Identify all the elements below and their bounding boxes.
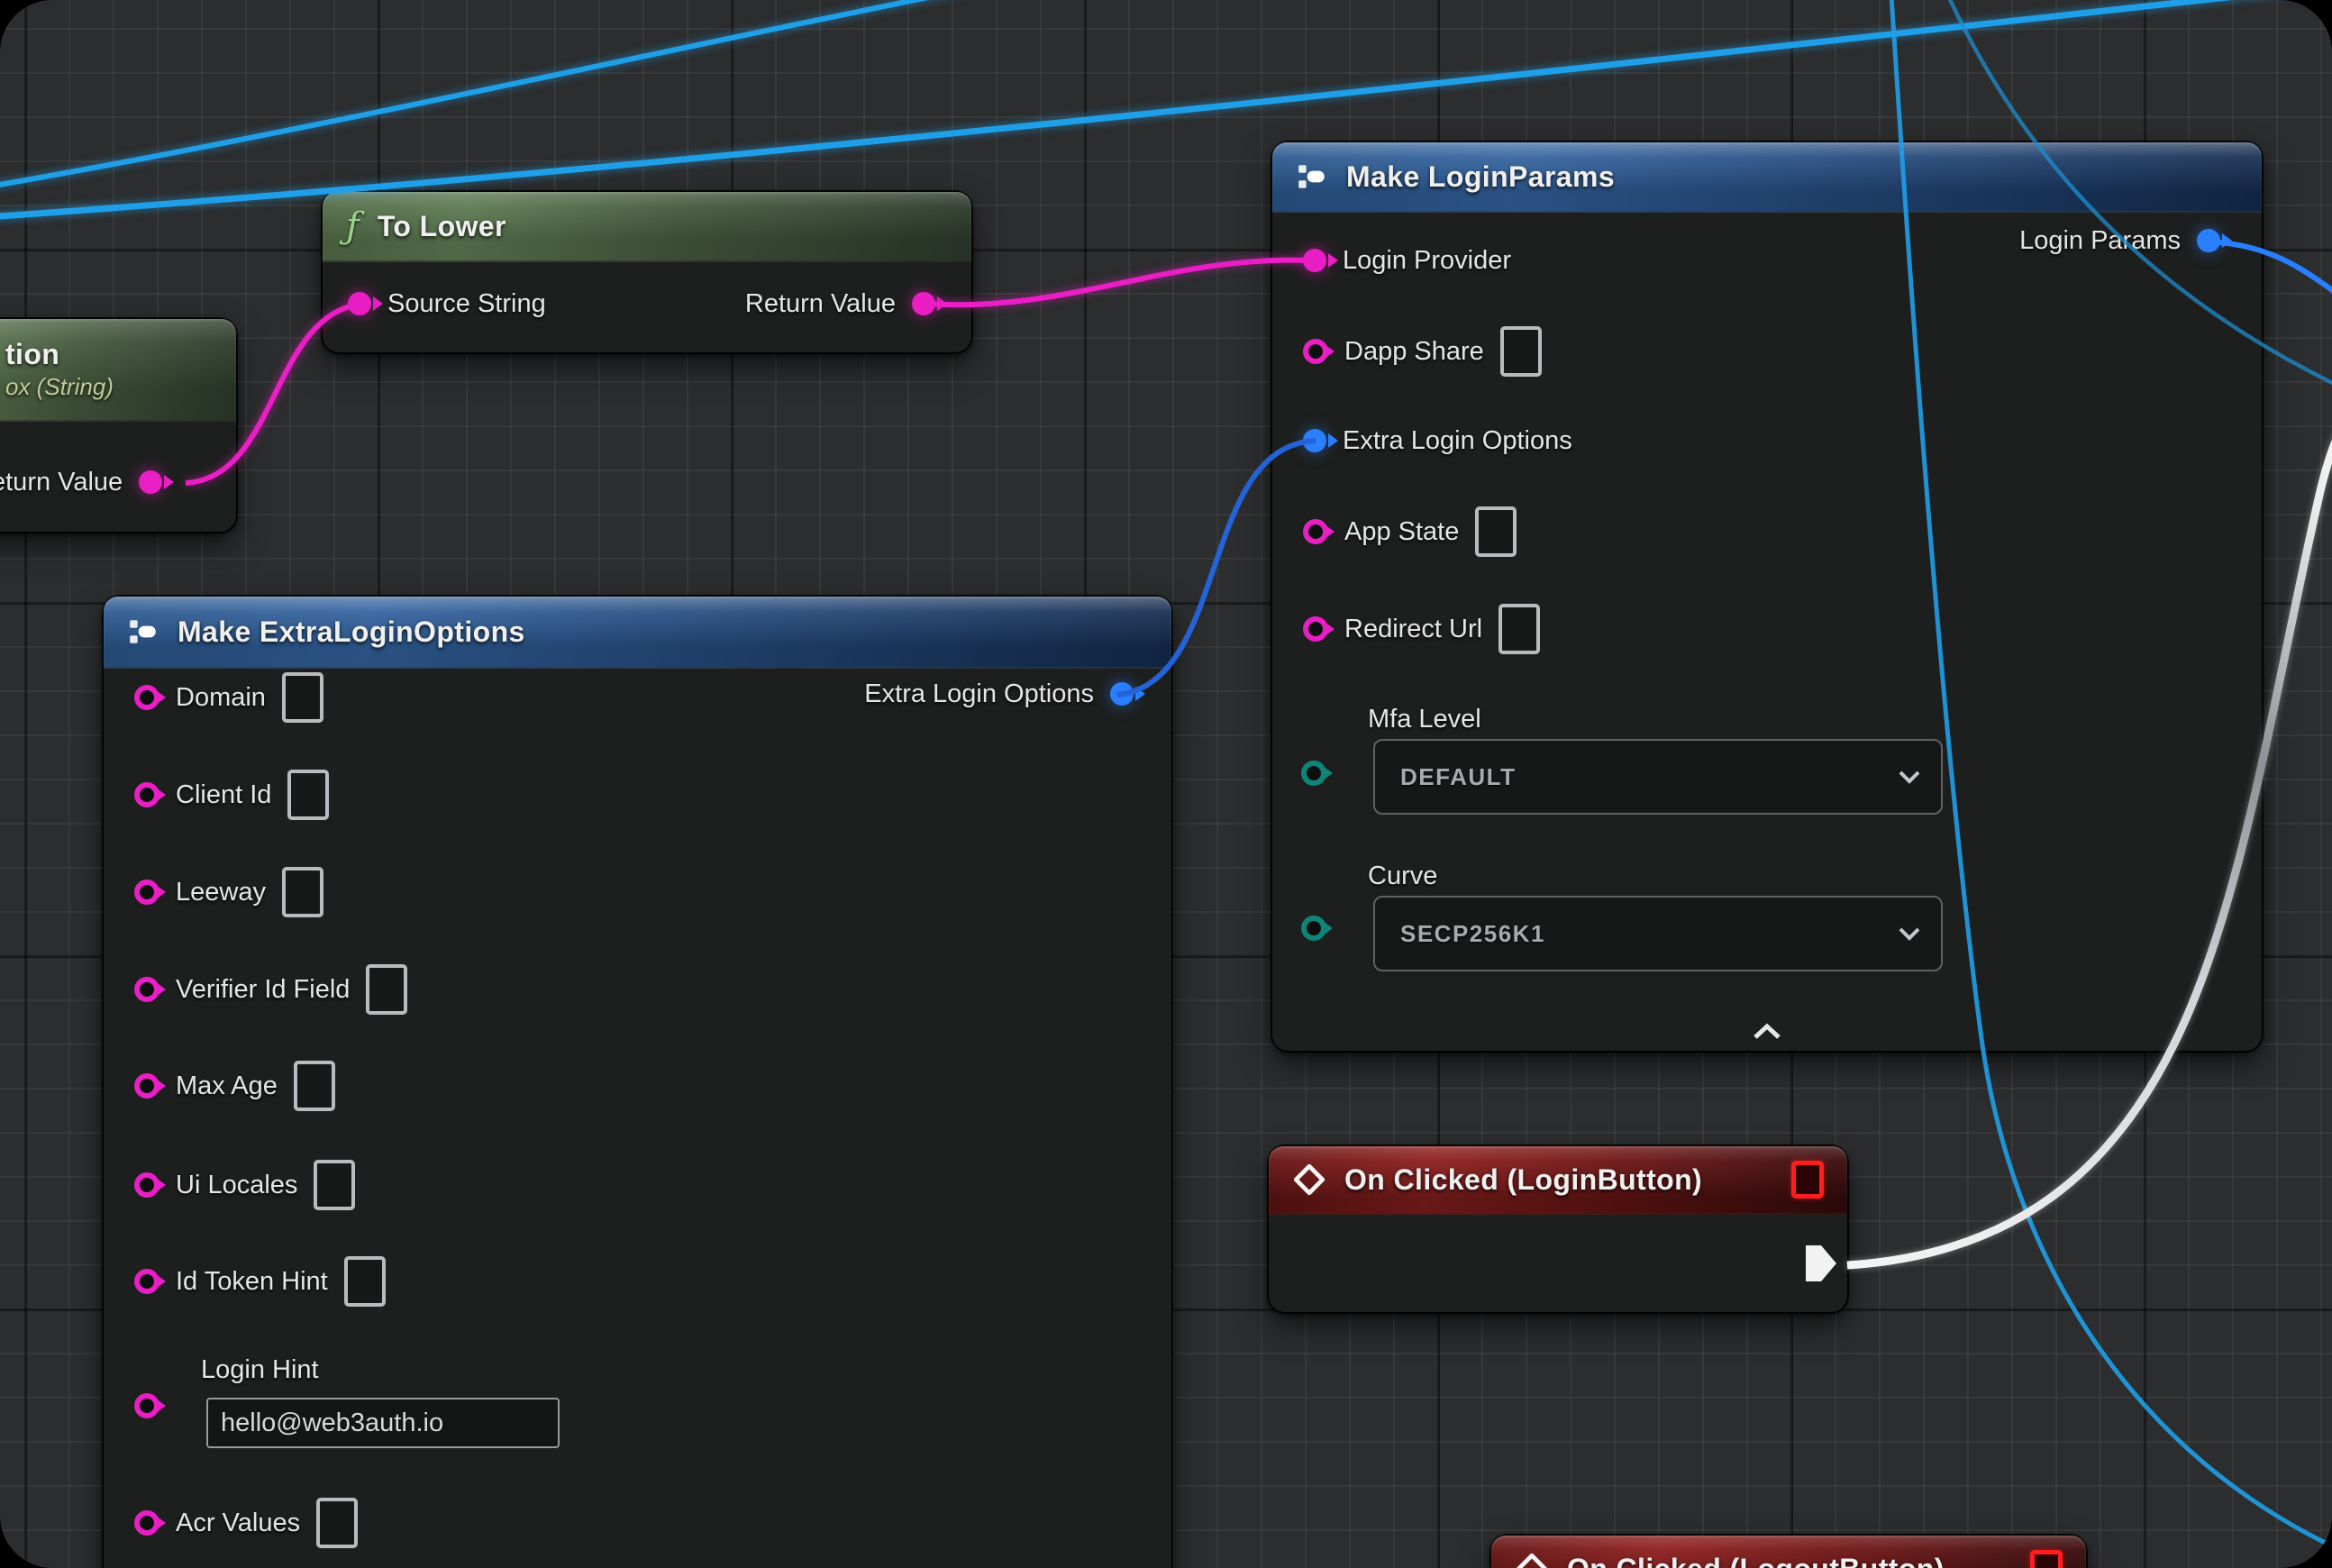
node-title: On Clicked (LoginButton): [1344, 1163, 1702, 1197]
pin-label: Login Params: [2019, 226, 2181, 256]
pin-label: Id Token Hint: [176, 1267, 328, 1297]
domain-default-checkbox[interactable]: [282, 672, 323, 723]
pin-mfa-level[interactable]: [1301, 761, 1326, 786]
curve-dropdown[interactable]: SECP256K1: [1373, 896, 1943, 971]
mfa-level-dropdown[interactable]: DEFAULT: [1373, 739, 1943, 815]
pin-login-provider[interactable]: [1303, 249, 1326, 272]
function-icon: ƒ: [346, 208, 360, 244]
node-header[interactable]: Make LoginParams: [1272, 142, 2262, 213]
dropdown-value: SECP256K1: [1400, 920, 1545, 948]
pin-label: Login Provider: [1343, 246, 1511, 276]
pin-acr-values[interactable]: [134, 1510, 159, 1536]
client-id-default-checkbox[interactable]: [287, 770, 329, 820]
pin-id-token-hint[interactable]: [134, 1269, 159, 1294]
pin-max-age[interactable]: [134, 1073, 159, 1099]
node-make-loginparams[interactable]: Make LoginParams Login Provider Dapp Sha…: [1272, 142, 2262, 1051]
wire-tolower-to-loginprovider: [928, 260, 1308, 305]
pin-label: Client Id: [176, 780, 271, 810]
pin-label: Source String: [387, 289, 546, 319]
pin-label: Mfa Level: [1368, 705, 1481, 734]
pin-label: Dapp Share: [1344, 337, 1484, 367]
node-make-extraloginoptions[interactable]: Make ExtraLoginOptions Domain Client Id …: [104, 597, 1171, 1568]
acr-values-default-checkbox[interactable]: [316, 1498, 358, 1548]
exec-output-pin[interactable]: [1804, 1244, 1838, 1288]
node-title: On Clicked (LogoutButton): [1567, 1553, 1945, 1568]
node-to-lower[interactable]: ƒ To Lower Source String Return Value: [323, 192, 971, 352]
pin-label: Leeway: [176, 878, 266, 907]
pin-label: Extra Login Options: [1343, 426, 1572, 456]
pin-redirect-url[interactable]: [1303, 616, 1328, 642]
dropdown-value: DEFAULT: [1400, 763, 1516, 791]
pin-leeway[interactable]: [134, 880, 159, 905]
pin-label: eturn Value: [0, 468, 123, 497]
node-header[interactable]: ƒ To Lower: [323, 192, 971, 262]
chevron-down-icon: [1898, 770, 1921, 784]
node-title: Make ExtraLoginOptions: [178, 615, 525, 649]
redirect-url-default-checkbox[interactable]: [1498, 604, 1540, 654]
app-state-default-checkbox[interactable]: [1475, 506, 1517, 557]
pin-label: Login Hint: [201, 1355, 319, 1385]
delegate-pin-icon[interactable]: [2030, 1550, 2063, 1568]
pin-extra-login-options-in[interactable]: [1303, 429, 1326, 452]
pin-return-value[interactable]: [912, 292, 935, 315]
node-title: To Lower: [378, 210, 506, 243]
chevron-down-icon: [1898, 926, 1921, 941]
pin-login-hint[interactable]: [134, 1393, 159, 1418]
pin-source-string[interactable]: [348, 292, 371, 315]
exec-pin-icon: [1804, 1244, 1838, 1283]
login-hint-input[interactable]: [206, 1398, 560, 1448]
chevron-up-icon: [1752, 1023, 1782, 1041]
event-diamond-icon: [1515, 1552, 1549, 1568]
pin-label: Ui Locales: [176, 1171, 297, 1200]
dapp-share-default-checkbox[interactable]: [1500, 326, 1542, 377]
node-on-clicked-logoutbutton[interactable]: On Clicked (LogoutButton): [1491, 1536, 2086, 1568]
node-header[interactable]: tion ox (String): [0, 319, 236, 422]
id-token-hint-default-checkbox[interactable]: [344, 1256, 386, 1307]
node-title: Make LoginParams: [1346, 160, 1615, 194]
pin-app-state[interactable]: [1303, 519, 1328, 544]
delegate-pin-icon[interactable]: [1791, 1161, 1824, 1199]
pin-verifier-id-field[interactable]: [134, 977, 159, 1002]
node-title: tion: [5, 338, 59, 371]
pin-label: Redirect Url: [1344, 615, 1482, 644]
pin-curve[interactable]: [1301, 916, 1326, 941]
node-on-clicked-loginbutton[interactable]: On Clicked (LoginButton): [1269, 1146, 1847, 1312]
pin-label: Extra Login Options: [864, 679, 1094, 709]
node-header[interactable]: On Clicked (LoginButton): [1269, 1146, 1847, 1215]
pin-label: Domain: [176, 683, 266, 713]
pin-dapp-share[interactable]: [1303, 339, 1328, 364]
pin-ui-locales[interactable]: [134, 1172, 159, 1198]
verifier-id-field-default-checkbox[interactable]: [366, 964, 407, 1015]
pin-label: Curve: [1368, 861, 1437, 891]
ui-locales-default-checkbox[interactable]: [314, 1160, 355, 1210]
make-struct-icon: [1296, 160, 1328, 193]
pin-label: App State: [1344, 517, 1459, 547]
wire-blue-diagonal-a: [0, 0, 1005, 189]
make-struct-icon: [127, 615, 159, 648]
pin-label: Acr Values: [176, 1509, 300, 1538]
pin-client-id[interactable]: [134, 782, 159, 807]
pin-domain[interactable]: [134, 685, 159, 710]
node-subtitle: ox (String): [5, 373, 114, 401]
max-age-default-checkbox[interactable]: [294, 1061, 335, 1111]
node-get-string-partial[interactable]: tion ox (String) eturn Value: [0, 319, 236, 532]
leeway-default-checkbox[interactable]: [282, 867, 323, 917]
event-diamond-icon: [1292, 1162, 1326, 1197]
node-header[interactable]: Make ExtraLoginOptions: [104, 597, 1171, 669]
pin-label: Verifier Id Field: [176, 975, 350, 1005]
pin-login-params-out[interactable]: [2197, 229, 2220, 252]
blueprint-graph-canvas[interactable]: tion ox (String) eturn Value ƒ To Lower …: [0, 0, 2332, 1568]
collapse-node-button[interactable]: [1740, 1020, 1794, 1044]
node-header[interactable]: On Clicked (LogoutButton): [1491, 1536, 2086, 1568]
pin-label: Return Value: [745, 289, 896, 319]
pin-return-value[interactable]: [139, 470, 162, 494]
pin-extra-login-options-out[interactable]: [1110, 682, 1134, 706]
pin-label: Max Age: [176, 1071, 278, 1101]
